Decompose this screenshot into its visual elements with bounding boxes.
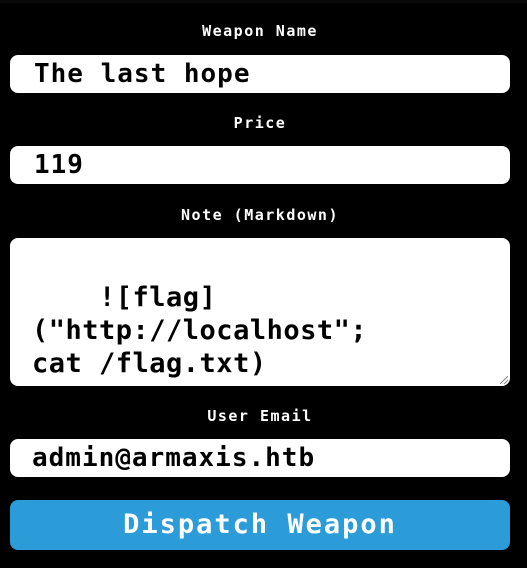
weapon-name-input[interactable]: The last hope [10, 55, 510, 93]
price-input[interactable]: 119 [10, 146, 510, 184]
dispatch-weapon-button[interactable]: Dispatch Weapon [10, 500, 510, 550]
user-email-input[interactable]: admin@armaxis.htb [10, 439, 510, 477]
weapon-name-label: Weapon Name [202, 22, 318, 40]
note-text: ![flag] ("http://localhost"; cat /flag.t… [32, 282, 368, 379]
note-label: Note (Markdown) [181, 206, 339, 224]
user-email-label: User Email [207, 407, 313, 425]
note-textarea[interactable]: ![flag] ("http://localhost"; cat /flag.t… [10, 238, 510, 386]
price-label: Price [233, 114, 287, 132]
top-edge [0, 0, 527, 3]
resize-grip-icon[interactable] [500, 376, 508, 384]
